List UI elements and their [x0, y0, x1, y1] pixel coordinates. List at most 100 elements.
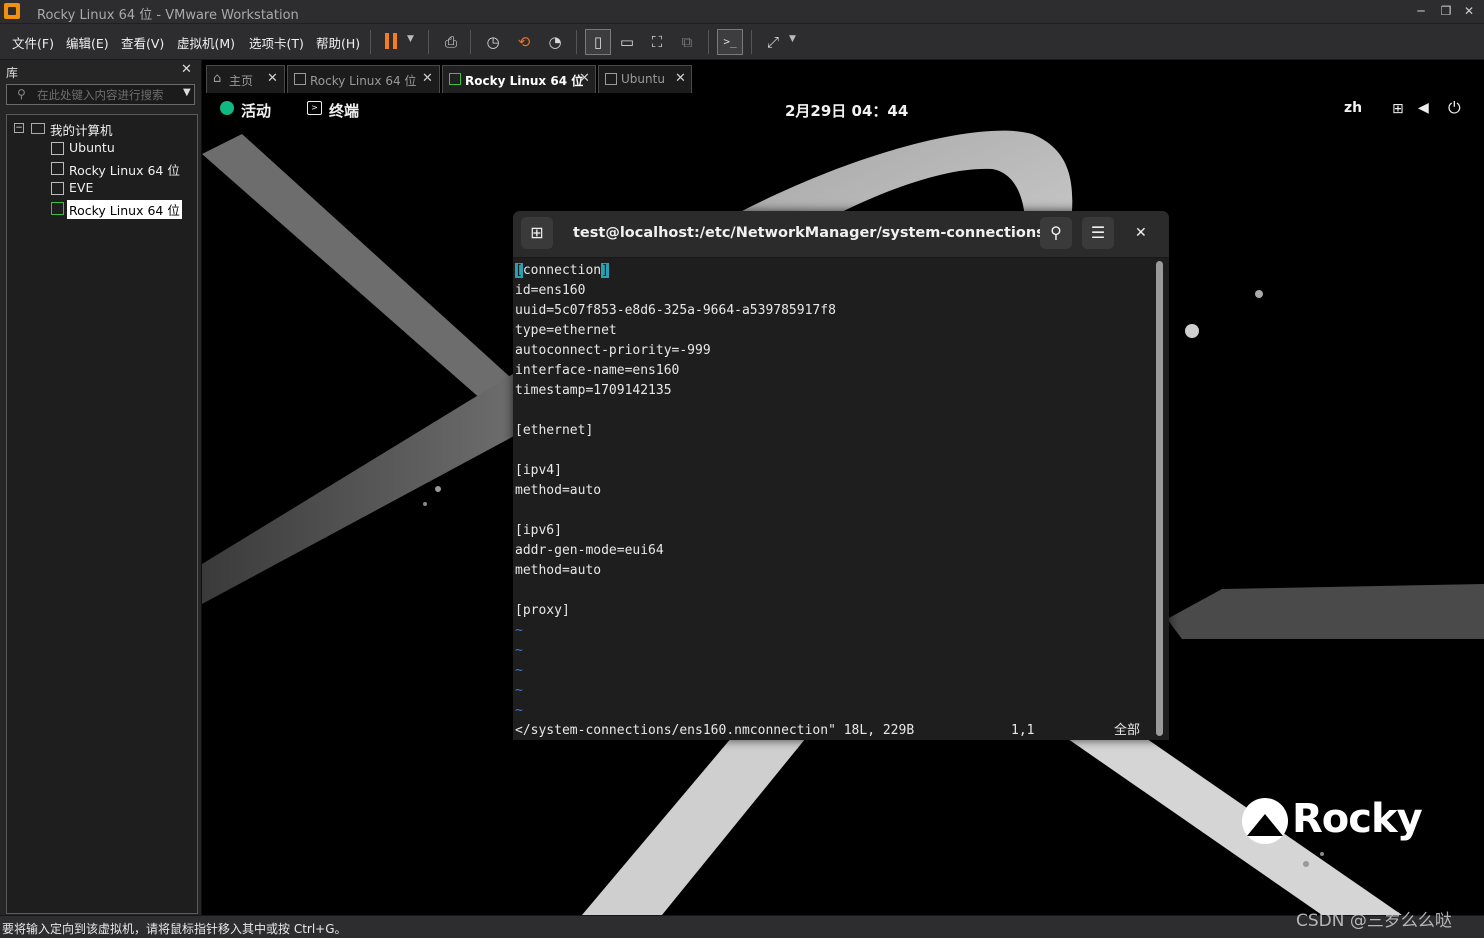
power-icon[interactable]: ⏻ [1448, 98, 1461, 118]
menu-view[interactable]: 查看(V) [121, 33, 164, 52]
toolbar-divider [370, 30, 371, 54]
network-icon[interactable]: ⊞ [1392, 101, 1404, 117]
tab-home[interactable]: ⌂ 主页 ✕ [206, 65, 285, 93]
vm-running-icon [51, 202, 64, 215]
wallpaper-dot [1320, 852, 1324, 856]
vm-display[interactable]: Rocky 活动 > 终端 2月29日 04：44 zh ⊞ ◀ ⏻ ⊞ tes… [202, 94, 1484, 915]
status-message: 要将输入定向到该虚拟机，请将鼠标指针移入其中或按 Ctrl+G。 [2, 922, 347, 936]
unity-icon[interactable]: ⧉ [674, 29, 700, 55]
scrollbar[interactable] [1156, 261, 1163, 736]
activities-button[interactable]: 活动 [241, 100, 271, 121]
chevron-down-icon[interactable]: ▼ [183, 87, 191, 98]
chevron-down-icon[interactable]: ▼ [789, 34, 796, 44]
fullscreen-icon[interactable]: ⛶ [644, 29, 670, 55]
matched-bracket: ] [601, 263, 609, 278]
window-title: Rocky Linux 64 位 - VMware Workstation [37, 8, 299, 23]
rocky-activities-icon [220, 101, 234, 115]
console-view-icon[interactable]: >_ [717, 29, 743, 55]
tree-item-label: Ubuntu [69, 140, 115, 155]
menu-edit[interactable]: 编辑(E) [66, 33, 109, 52]
toolbar-divider [708, 30, 709, 54]
close-icon[interactable]: ✕ [1135, 225, 1147, 241]
vim-status-position: 1,1 [1011, 723, 1035, 738]
terminal-line: [ipv4] [515, 463, 562, 478]
revert-snapshot-icon[interactable]: ⟲ [511, 29, 537, 55]
tree-root-label: 我的计算机 [50, 123, 113, 138]
menu-vm[interactable]: 虚拟机(M) [177, 33, 235, 52]
tab-ubuntu[interactable]: Ubuntu ✕ [598, 65, 692, 93]
watermark: CSDN @三岁么么哒 [1296, 911, 1452, 931]
wallpaper-dot [1185, 324, 1199, 338]
close-icon[interactable]: ✕ [181, 62, 192, 77]
empty-line-tilde: ~ [515, 643, 523, 658]
send-ctrl-alt-del-icon[interactable]: ⎙ [438, 29, 464, 55]
close-icon[interactable]: ✕ [1458, 2, 1480, 20]
snapshot-manager-icon[interactable]: ◔ [542, 29, 568, 55]
terminal-line: interface-name=ens160 [515, 363, 680, 378]
collapse-icon[interactable]: − [14, 123, 24, 133]
wallpaper-dot [1303, 861, 1309, 867]
menu-tabs[interactable]: 选项卡(T) [249, 33, 304, 52]
maximize-icon[interactable]: ❐ [1435, 2, 1457, 20]
toolbar-divider [751, 30, 752, 54]
input-method[interactable]: zh [1344, 100, 1362, 116]
terminal-app-icon: > [307, 101, 322, 115]
close-icon[interactable]: ✕ [579, 71, 590, 86]
empty-line-tilde: ~ [515, 663, 523, 678]
computer-icon [31, 123, 45, 134]
terminal-line: [ethernet] [515, 423, 594, 438]
title-bar: Rocky Linux 64 位 - VMware Workstation ─ … [0, 0, 1484, 24]
minimize-icon[interactable]: ─ [1410, 2, 1432, 20]
search-icon: ⚲ [17, 87, 26, 101]
terminal-line: method=auto [515, 483, 602, 498]
library-toggle-icon[interactable]: ▯ [585, 29, 611, 55]
tab-label: Rocky Linux 64 位 [465, 74, 584, 88]
vmware-logo-icon [4, 3, 20, 19]
library-search[interactable]: ⚲ 在此处键入内容进行搜索 ▼ [6, 84, 195, 105]
wallpaper-dot [435, 486, 441, 492]
tree-item-label: Rocky Linux 64 位 [69, 163, 180, 178]
pause-icon[interactable] [385, 33, 389, 49]
new-tab-icon[interactable]: ⊞ [521, 217, 553, 249]
terminal-content[interactable]: [connection] id=ens160 uuid=5c07f853-e8d6… [513, 257, 1155, 740]
wallpaper-fragment [1167, 584, 1484, 639]
pause-icon-bar [393, 33, 397, 49]
terminal-line: uuid=5c07f853-e8d6-325a-9664-a539785917f… [515, 303, 836, 318]
terminal-line: autoconnect-priority=-999 [515, 343, 711, 358]
vm-icon [51, 182, 64, 195]
hamburger-menu-icon[interactable]: ☰ [1082, 217, 1114, 249]
thumbnail-bar-icon[interactable]: ▭ [614, 29, 640, 55]
close-icon[interactable]: ✕ [675, 71, 686, 86]
tab-label: Ubuntu [621, 72, 665, 86]
search-input[interactable]: 在此处键入内容进行搜索 [37, 87, 179, 101]
vm-tree: − 我的计算机 Ubuntu Rocky Linux 64 位 EVE Rock… [6, 114, 198, 914]
vim-status-file: </system-connections/ens160.nmconnection… [515, 723, 915, 738]
tab-rocky-1[interactable]: Rocky Linux 64 位 ✕ [287, 65, 440, 93]
terminal-line: type=ethernet [515, 323, 617, 338]
terminal-title: test@localhost:/etc/NetworkManager/syste… [573, 225, 1043, 241]
vm-icon [51, 162, 64, 175]
close-icon[interactable]: ✕ [422, 71, 433, 86]
menu-help[interactable]: 帮助(H) [316, 33, 360, 52]
terminal-line: [proxy] [515, 603, 570, 618]
snapshot-icon[interactable]: ◷ [480, 29, 506, 55]
status-bar: 要将输入定向到该虚拟机，请将鼠标指针移入其中或按 Ctrl+G。 [0, 915, 1484, 938]
vm-icon [294, 73, 306, 85]
terminal-line: id=ens160 [515, 283, 586, 298]
vim-status-scroll: 全部 [1114, 723, 1141, 738]
stretch-guest-icon[interactable]: ⤢ [760, 29, 786, 55]
tree-item-label: EVE [69, 180, 94, 195]
menu-file[interactable]: 文件(F) [12, 33, 54, 52]
close-icon[interactable]: ✕ [267, 71, 278, 86]
tab-label: Rocky Linux 64 位 [310, 74, 417, 88]
tab-rocky-2[interactable]: Rocky Linux 64 位 ✕ [442, 65, 596, 93]
empty-line-tilde: ~ [515, 703, 523, 718]
terminal-line-text: connection [522, 263, 602, 278]
chevron-down-icon[interactable]: ▼ [407, 34, 414, 44]
clock[interactable]: 2月29日 04：44 [785, 100, 908, 121]
vm-icon [51, 142, 64, 155]
app-menu[interactable]: 终端 [329, 100, 359, 121]
search-icon[interactable]: ⚲ [1040, 217, 1072, 249]
terminal-window[interactable]: ⊞ test@localhost:/etc/NetworkManager/sys… [513, 211, 1169, 740]
volume-icon[interactable]: ◀ [1418, 100, 1429, 116]
